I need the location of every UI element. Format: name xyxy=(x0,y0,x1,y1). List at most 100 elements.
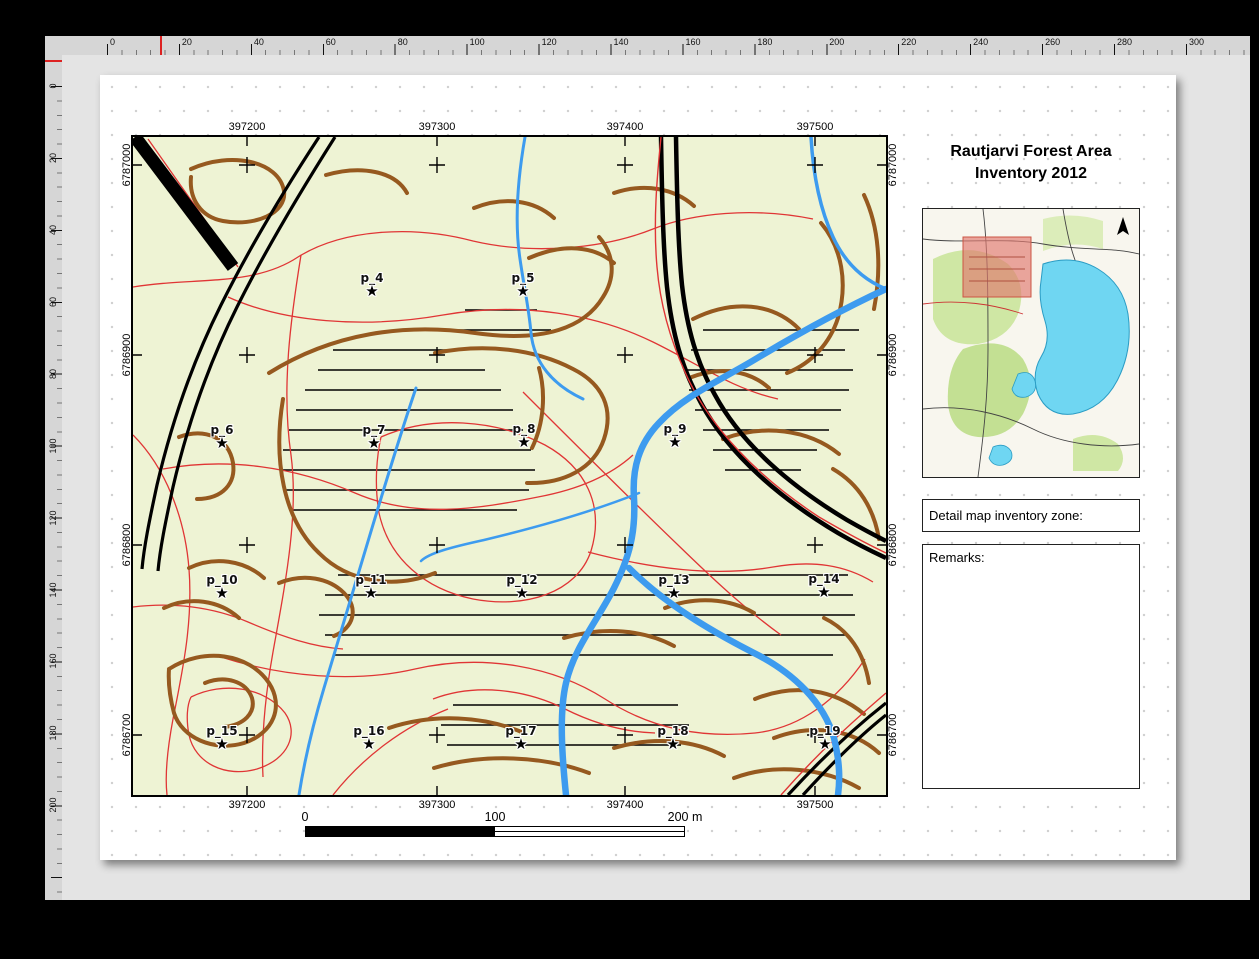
sample-point-label: p_18 xyxy=(638,724,708,738)
grid-coordinate-label: 6786900 xyxy=(121,334,133,377)
ruler-number: 80 xyxy=(398,37,408,47)
sample-point-p_8: p_8★ xyxy=(489,422,559,449)
sample-point-label: p_7 xyxy=(339,423,409,437)
star-marker-icon: ★ xyxy=(488,285,558,298)
star-marker-icon: ★ xyxy=(640,436,710,449)
ruler-number: 300 xyxy=(1189,37,1204,47)
detail-zone-box[interactable]: Detail map inventory zone: xyxy=(922,499,1140,532)
cursor-position-marker xyxy=(160,36,162,55)
sample-point-label: p_14 xyxy=(789,572,859,586)
ruler-number: 220 xyxy=(901,37,916,47)
vertical-ruler[interactable]: 020406080100120140160180200 xyxy=(45,55,63,900)
title-line-1: Rautjarvi Forest Area xyxy=(922,141,1140,163)
sample-point-label: p_10 xyxy=(187,573,257,587)
ruler-number: 20 xyxy=(182,37,192,47)
grid-coordinate-label: 397300 xyxy=(419,799,456,811)
star-marker-icon: ★ xyxy=(339,437,409,450)
remarks-box[interactable]: Remarks: xyxy=(922,544,1140,789)
inventory-zone-highlight xyxy=(963,237,1031,297)
star-marker-icon: ★ xyxy=(489,436,559,449)
ruler-number: 120 xyxy=(47,503,59,533)
ruler-number: 180 xyxy=(47,718,59,748)
ruler-number: 60 xyxy=(47,287,59,317)
sample-point-label: p_13 xyxy=(639,573,709,587)
sample-point-p_15: p_15★ xyxy=(187,724,257,751)
scalebar-segment-black xyxy=(306,827,495,836)
sample-point-label: p_12 xyxy=(487,573,557,587)
star-marker-icon: ★ xyxy=(486,738,556,751)
paper[interactable]: p_4★p_5★p_6★p_7★p_8★p_9★p_10★p_11★p_12★p… xyxy=(100,75,1176,860)
sample-point-p_10: p_10★ xyxy=(187,573,257,600)
ruler-number: 140 xyxy=(47,575,59,605)
sample-point-label: p_15 xyxy=(187,724,257,738)
map-points-overlay: p_4★p_5★p_6★p_7★p_8★p_9★p_10★p_11★p_12★p… xyxy=(133,137,886,795)
grid-coordinate-label: 397300 xyxy=(419,121,456,133)
star-marker-icon: ★ xyxy=(790,738,860,751)
scalebar-label-200: 200 m xyxy=(668,810,703,824)
ruler-number: 100 xyxy=(470,37,485,47)
star-marker-icon: ★ xyxy=(336,587,406,600)
ruler-number: 40 xyxy=(254,37,264,47)
scalebar-label-0: 0 xyxy=(302,810,309,824)
star-marker-icon: ★ xyxy=(187,587,257,600)
ruler-number: 40 xyxy=(47,215,59,245)
ruler-number: 60 xyxy=(326,37,336,47)
ruler-number: 20 xyxy=(47,143,59,173)
star-marker-icon: ★ xyxy=(639,587,709,600)
scalebar-bar xyxy=(305,826,685,837)
sample-point-p_11: p_11★ xyxy=(336,573,406,600)
star-marker-icon: ★ xyxy=(187,738,257,751)
sample-point-p_9: p_9★ xyxy=(640,422,710,449)
cursor-position-marker xyxy=(45,60,62,62)
sample-point-label: p_17 xyxy=(486,724,556,738)
sample-point-label: p_16 xyxy=(334,724,404,738)
grid-coordinate-label: 6787000 xyxy=(887,144,899,187)
ruler-number: 280 xyxy=(1117,37,1132,47)
sample-point-p_5: p_5★ xyxy=(488,271,558,298)
title-line-2: Inventory 2012 xyxy=(922,163,1140,185)
scalebar[interactable]: 0 100 200 m xyxy=(305,810,705,842)
sample-point-label: p_6 xyxy=(187,423,257,437)
sample-point-label: p_4 xyxy=(337,271,407,285)
star-marker-icon: ★ xyxy=(487,587,557,600)
ruler-number: 160 xyxy=(685,37,700,47)
sample-point-p_16: p_16★ xyxy=(334,724,404,751)
sample-point-p_14: p_14★ xyxy=(789,572,859,599)
scalebar-segment-divider xyxy=(495,831,684,832)
horizontal-ruler[interactable]: 0204060801001201401601802002202402602803… xyxy=(62,36,1250,56)
sample-point-p_18: p_18★ xyxy=(638,724,708,751)
ruler-number: 240 xyxy=(973,37,988,47)
grid-coordinate-label: 6786800 xyxy=(887,524,899,567)
ruler-number: 0 xyxy=(47,71,59,101)
grid-coordinate-label: 397400 xyxy=(607,799,644,811)
sample-point-label: p_9 xyxy=(640,422,710,436)
sample-point-p_17: p_17★ xyxy=(486,724,556,751)
ruler-number: 160 xyxy=(47,646,59,676)
map-frame[interactable]: p_4★p_5★p_6★p_7★p_8★p_9★p_10★p_11★p_12★p… xyxy=(131,135,888,797)
grid-coordinate-label: 397200 xyxy=(229,799,266,811)
layout-title[interactable]: Rautjarvi Forest Area Inventory 2012 xyxy=(922,141,1140,184)
ruler-number: 140 xyxy=(614,37,629,47)
sample-point-p_7: p_7★ xyxy=(339,423,409,450)
ruler-number: 80 xyxy=(47,359,59,389)
sample-point-p_4: p_4★ xyxy=(337,271,407,298)
ruler-major-ticks xyxy=(107,44,1250,55)
sample-point-label: p_8 xyxy=(489,422,559,436)
ruler-number: 200 xyxy=(829,37,844,47)
detail-zone-label: Detail map inventory zone: xyxy=(929,508,1083,523)
grid-coordinate-label: 397500 xyxy=(797,121,834,133)
layout-canvas[interactable]: p_4★p_5★p_6★p_7★p_8★p_9★p_10★p_11★p_12★p… xyxy=(62,55,1250,900)
grid-coordinate-label: 6786900 xyxy=(887,334,899,377)
sample-point-label: p_5 xyxy=(488,271,558,285)
sample-point-label: p_11 xyxy=(336,573,406,587)
overview-map-canvas xyxy=(923,209,1139,477)
grid-coordinate-label: 6786800 xyxy=(121,524,133,567)
grid-coordinate-label: 397400 xyxy=(607,121,644,133)
star-marker-icon: ★ xyxy=(337,285,407,298)
ruler-number: 180 xyxy=(757,37,772,47)
ruler-number: 200 xyxy=(47,790,59,820)
sample-point-p_12: p_12★ xyxy=(487,573,557,600)
star-marker-icon: ★ xyxy=(334,738,404,751)
overview-map[interactable] xyxy=(922,208,1140,478)
ruler-number: 260 xyxy=(1045,37,1060,47)
